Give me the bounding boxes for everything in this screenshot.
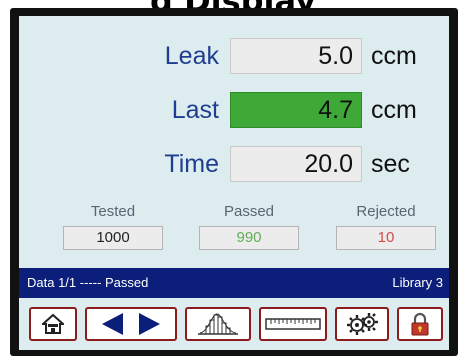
settings-button[interactable] xyxy=(335,307,389,341)
time-label: Time xyxy=(164,150,219,178)
tested-label: Tested xyxy=(90,203,136,220)
status-library-text: Library 3 xyxy=(392,275,443,290)
rejected-label: Rejected xyxy=(356,203,416,220)
rejected-count: 10 xyxy=(336,226,436,250)
next-icon[interactable] xyxy=(137,311,163,337)
time-value: 20.0 xyxy=(230,146,362,182)
last-unit: ccm xyxy=(371,96,417,124)
leak-label: Leak xyxy=(164,42,219,70)
histogram-icon xyxy=(196,312,240,336)
previous-icon[interactable] xyxy=(99,311,125,337)
settings-icon xyxy=(345,312,379,336)
time-unit: sec xyxy=(371,150,410,178)
home-icon xyxy=(42,313,64,335)
screen: Leak 5.0 ccm Last 4.7 ccm Time 20.0 sec … xyxy=(19,16,449,350)
passed-count: 990 xyxy=(199,226,299,250)
last-value: 4.7 xyxy=(230,92,362,128)
tested-count: 1000 xyxy=(63,226,163,250)
ruler-button[interactable] xyxy=(259,307,327,341)
lock-button[interactable] xyxy=(397,307,443,341)
home-button[interactable] xyxy=(29,307,77,341)
leak-unit: ccm xyxy=(371,42,417,70)
lock-icon xyxy=(410,312,430,336)
last-label: Last xyxy=(171,96,219,124)
passed-label: Passed xyxy=(223,203,275,220)
toolbar xyxy=(19,298,449,350)
navigation-button[interactable] xyxy=(85,307,177,341)
status-bar: Data 1/1 ----- Passed Library 3 xyxy=(19,268,449,298)
histogram-button[interactable] xyxy=(185,307,251,341)
ruler-icon xyxy=(265,315,321,333)
leak-value: 5.0 xyxy=(230,38,362,74)
status-data-text: Data 1/1 ----- Passed xyxy=(27,275,149,290)
